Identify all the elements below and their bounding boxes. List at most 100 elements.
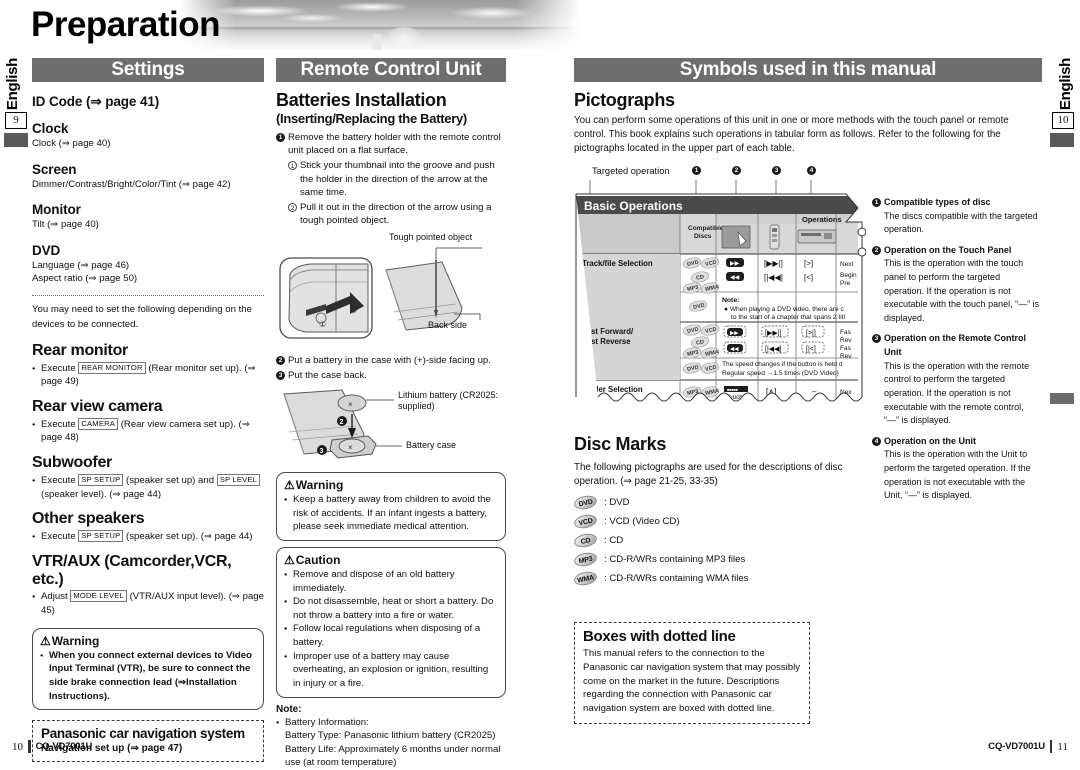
footer-model-left: CQ-VD7001U <box>35 741 93 752</box>
pictographs-intro-wrap: You can perform some operations of this … <box>574 114 1040 157</box>
settings-heading-monitor: Monitor <box>32 202 81 218</box>
disc-desc-wma: : CD-R/WRs containing WMA files <box>604 572 749 584</box>
side-tab-language-left: English <box>4 58 21 111</box>
legend-item-2: 2 Operation on the Touch Panel This is t… <box>872 244 1040 326</box>
exec-detail: (speaker level). (⇒ page 44) <box>41 488 162 500</box>
column-settings: ID Code (⇒ page 41) Clock Clock (⇒ page … <box>32 90 264 763</box>
column-pictographs: Pictographs <box>574 88 864 116</box>
settings-heading-clock: Clock <box>32 121 69 136</box>
caution-title-row: ⚠Caution <box>284 553 498 567</box>
exec-label: Execute <box>41 474 76 486</box>
svg-text:◀◀: ◀◀ <box>730 347 739 353</box>
svg-text:[>|]: [>|] <box>806 330 816 337</box>
settings-line-monitor: Tilt (⇒ page 40) <box>32 219 99 231</box>
svg-text:×: × <box>348 400 353 409</box>
keycap-mode-level[interactable]: MODE LEVEL <box>70 590 127 603</box>
callout-number-3: 3 <box>772 166 781 175</box>
heading-subwoofer: Subwoofer <box>32 454 112 472</box>
warning-box-battery: ⚠Warning Keep a battery away from childr… <box>276 472 506 542</box>
figure-remote-holder: ① ② Tough pointed object Back side <box>276 232 506 352</box>
basic-operations-table-svg: Basic Operations Operations Compatible D… <box>575 193 867 402</box>
keycap-sp-level[interactable]: SP LEVEL <box>216 473 261 486</box>
svg-text:Basic Operations: Basic Operations <box>584 199 683 213</box>
section-bar-settings: Settings <box>32 58 264 82</box>
footer-divider-left <box>28 740 31 753</box>
svg-text:The speed changes if the butto: The speed changes if the button is held … <box>722 361 843 368</box>
dotted-box-title: Boxes with dotted line <box>583 628 736 645</box>
warning-list: Keep a battery away from children to avo… <box>284 493 498 534</box>
svg-text:Folder Selection: Folder Selection <box>582 385 643 394</box>
note-line-type: Battery Type: Panasonic lithium battery … <box>285 730 496 742</box>
legend-item-3: 3 Operation on the Remote Control Unit T… <box>872 332 1040 427</box>
caution-list: Remove and dispose of an old battery imm… <box>284 568 498 690</box>
step-1b: 2 Pull it out in the direction of the arr… <box>288 201 506 228</box>
legend-title-4: Operation on the Unit <box>884 435 976 446</box>
nav-box-title: Panasonic car navigation system <box>41 726 245 742</box>
settings-line-clock: Clock (⇒ page 40) <box>32 138 111 149</box>
caution-triangle-icon: ⚠ <box>284 553 295 568</box>
footer-divider-right <box>1049 740 1053 753</box>
callout-number-1: 1 <box>692 166 701 175</box>
list-item: Do not disassemble, heat or short a batt… <box>284 595 498 622</box>
heading-batteries-installation: Batteries Installation <box>276 90 447 110</box>
boxes-with-dotted-line: Boxes with dotted line This manual refer… <box>574 622 810 725</box>
footer-left: 10 CQ-VD7001U <box>12 740 92 753</box>
list-item: Improper use of a battery may cause over… <box>284 650 498 691</box>
svg-text:▶▶: ▶▶ <box>730 261 740 267</box>
legend-number-2: 2 <box>872 245 881 255</box>
disc-mark-row-cd: CD : CD <box>572 531 864 549</box>
step-1-text: Remove the battery holder with the remot… <box>288 131 501 157</box>
heading-vtr-aux: VTR/AUX (Camcorder,VCR, etc.) <box>32 552 232 588</box>
legend-number-1: 1 <box>872 198 881 207</box>
step-1a-text: Stick your thumbnail into the groove and… <box>300 159 495 199</box>
dotted-box-text: This manual refers to the connection to … <box>583 648 801 715</box>
footer-page-number-left: 10 <box>12 740 23 753</box>
warning-title: Warning <box>51 633 100 648</box>
svg-text:Fast Forward/: Fast Forward/ <box>582 327 634 336</box>
svg-text:■■■■■: ■■■■■ <box>727 388 738 392</box>
svg-text:Begin: Begin <box>840 272 857 279</box>
list-vtr-aux: Adjust MODE LEVEL (VTR/AUX input level).… <box>32 590 264 617</box>
step-3-text: Put the case back. <box>288 369 367 381</box>
disc-marks-intro: The following pictographs are used for t… <box>574 462 843 488</box>
keycap-sp-setup-2[interactable]: SP SETUP <box>78 530 124 543</box>
list-item: Execute SP SETUP (speaker set up). (⇒ pa… <box>32 530 264 545</box>
list-item: Adjust MODE LEVEL (VTR/AUX input level).… <box>32 590 264 617</box>
battery-note-block: Note: Battery Information: Battery Type:… <box>276 704 506 770</box>
callout-number-2: 2 <box>732 166 741 175</box>
list-item: Execute CAMERA (Rear view camera set up)… <box>32 417 264 445</box>
disc-icon-dvd: DVD <box>572 493 599 511</box>
page-title: Preparation <box>31 5 221 44</box>
list-item: Execute REAR MONITOR (Rear monitor set u… <box>32 361 264 389</box>
side-tab-number-left: 9 <box>5 112 27 129</box>
heading-disc-marks: Disc Marks <box>574 434 667 454</box>
side-tab-block-right-lower <box>1050 393 1074 404</box>
svg-text:[|◀◀]: [|◀◀] <box>765 346 782 353</box>
keycap-sp-setup[interactable]: SP SETUP <box>78 473 124 486</box>
disc-icon-cd: CD <box>572 531 599 549</box>
svg-text:MP3: MP3 <box>687 389 699 397</box>
footer-page-number-right: 11 <box>1057 740 1068 753</box>
legend-item-1: 1 Compatible types of disc The discs com… <box>872 196 1040 237</box>
basic-operations-table-figure: Basic Operations Operations Compatible D… <box>574 192 867 414</box>
keycap-rear-monitor[interactable]: REAR MONITOR <box>78 361 146 374</box>
keycap-camera[interactable]: CAMERA <box>78 417 119 430</box>
disc-desc-dvd: : DVD <box>604 496 630 508</box>
step-number-1: 1 <box>276 132 285 142</box>
settings-id-code: ID Code (⇒ page 41) <box>32 94 160 109</box>
heading-other-speakers: Other speakers <box>32 510 145 528</box>
warning-triangle-icon: ⚠ <box>284 478 295 493</box>
svg-text:[▶▶|]: [▶▶|] <box>764 259 783 268</box>
disc-icon-vcd: VCD <box>572 512 599 530</box>
legend-title-1: Compatible types of disc <box>884 197 991 207</box>
disc-desc-vcd: : VCD (Video CD) <box>604 515 680 527</box>
svg-text:Track/file Selection: Track/file Selection <box>582 259 653 268</box>
exec-label: Adjust <box>41 591 68 603</box>
legend-title-2: Operation on the Touch Panel <box>884 244 1012 255</box>
list-item: Execute SP SETUP (speaker set up) and SP… <box>32 473 264 501</box>
label-targeted-operation: Targeted operation <box>592 166 670 176</box>
disc-icon-mp3: MP3 <box>572 550 599 568</box>
step-1a: 1 Stick your thumbnail into the groove an… <box>288 159 506 200</box>
svg-text:①: ① <box>319 320 326 329</box>
legend-text-2: This is the operation with the touch pan… <box>884 258 1040 323</box>
